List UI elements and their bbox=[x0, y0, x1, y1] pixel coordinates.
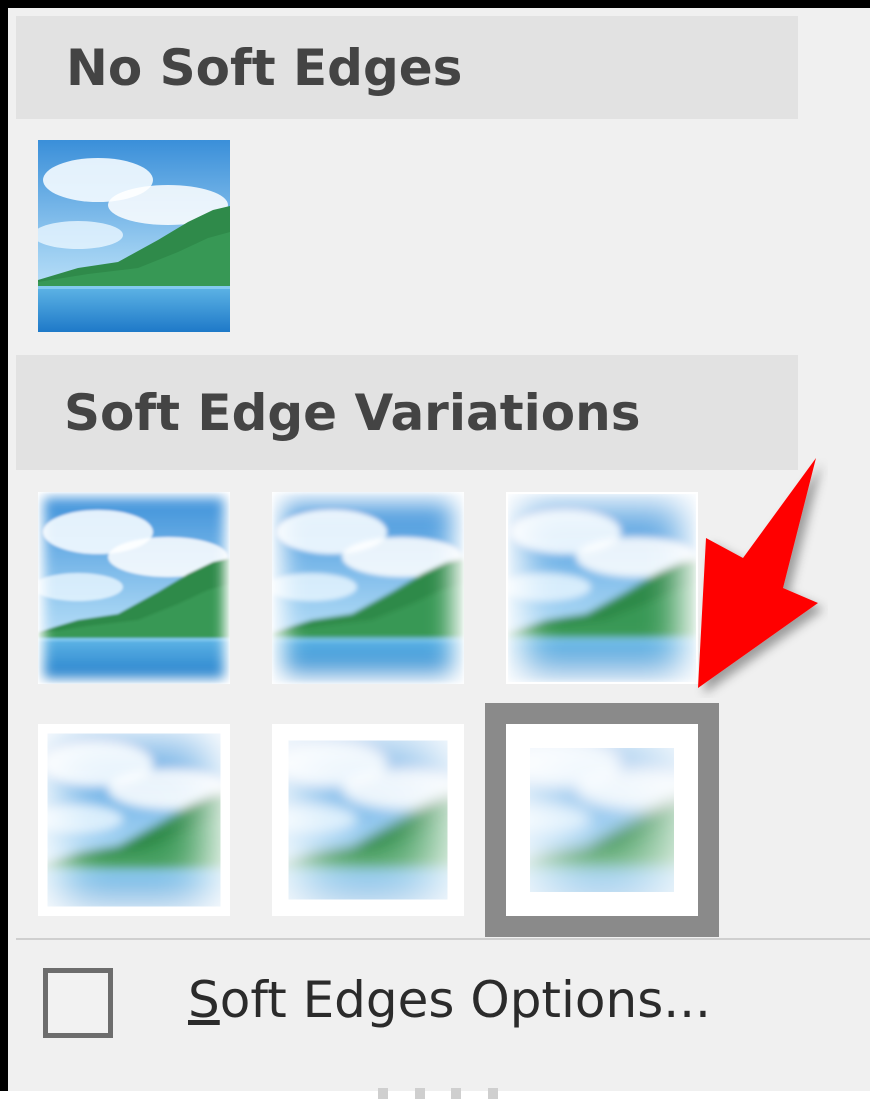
checkbox-icon[interactable] bbox=[43, 968, 113, 1038]
soft-edge-variations-header: Soft Edge Variations bbox=[16, 355, 798, 470]
soft-edges-menu: No Soft Edges Soft Edge Variations Soft … bbox=[0, 0, 870, 1099]
soft-edge-variations-header-label: Soft Edge Variations bbox=[64, 383, 641, 442]
menu-divider bbox=[16, 938, 870, 940]
soft-edge-variation-1[interactable] bbox=[38, 492, 230, 684]
no-soft-edges-thumbnail[interactable] bbox=[38, 140, 230, 332]
red-pointer-arrow-icon bbox=[698, 458, 818, 688]
soft-edge-variation-4[interactable] bbox=[38, 724, 230, 916]
no-soft-edges-header: No Soft Edges bbox=[16, 16, 798, 119]
resize-grip[interactable] bbox=[378, 1088, 498, 1099]
soft-edge-variation-2[interactable] bbox=[272, 492, 464, 684]
options-accelerator: S bbox=[188, 971, 220, 1029]
soft-edge-variation-3[interactable] bbox=[506, 492, 698, 684]
no-soft-edges-header-label: No Soft Edges bbox=[66, 38, 463, 97]
soft-edge-variation-6[interactable] bbox=[485, 703, 719, 937]
soft-edges-options-item[interactable]: Soft Edges Options... bbox=[188, 970, 711, 1030]
options-label-rest: oft Edges Options... bbox=[219, 971, 711, 1029]
soft-edge-variation-5[interactable] bbox=[272, 724, 464, 916]
